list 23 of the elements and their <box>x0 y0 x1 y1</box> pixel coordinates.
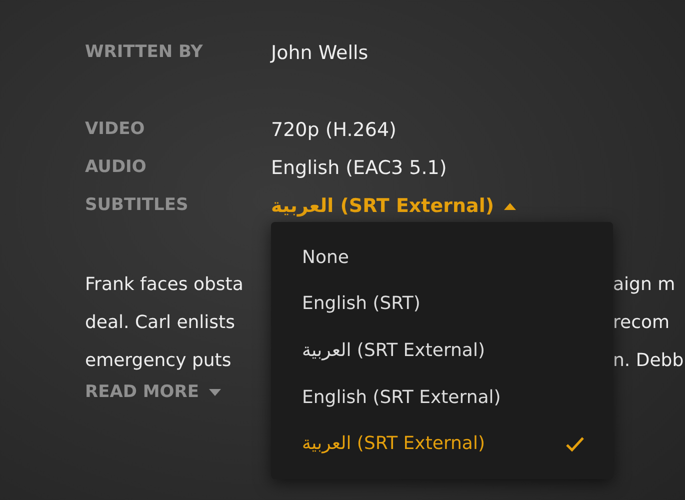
menu-item[interactable]: English (SRT) <box>271 280 613 328</box>
subtitles-dropdown[interactable]: العربية (SRT External) <box>271 192 516 220</box>
check-icon <box>565 436 585 452</box>
menu-item[interactable]: None <box>271 234 613 281</box>
detail-label: VIDEO <box>85 118 146 142</box>
summary-text: deal. Carl enlists <box>85 310 235 334</box>
detail-label: SUBTITLES <box>85 194 190 218</box>
summary-text: n. Debb <box>613 348 684 372</box>
menu-item[interactable]: العربية (SRT External) <box>271 420 613 467</box>
menu-item[interactable]: العربية (SRT External) <box>271 327 613 374</box>
summary-text: recom <box>613 310 670 334</box>
detail-value: John Wells <box>271 40 368 66</box>
detail-value: English (EAC3 5.1) <box>271 156 447 181</box>
summary-text: Frank faces obsta <box>85 272 244 296</box>
caret-up-icon <box>504 202 516 210</box>
detail-value: 720p (H.264) <box>271 118 396 143</box>
caret-down-icon <box>208 388 221 397</box>
summary-text: aign m <box>613 272 676 296</box>
detail-label: AUDIO <box>85 156 148 180</box>
menu-item[interactable]: English (SRT External) <box>271 374 613 420</box>
summary-text: emergency puts <box>85 348 232 372</box>
read-more-link[interactable]: READ MORE <box>85 380 221 406</box>
detail-label: WRITTEN BY <box>85 41 204 64</box>
